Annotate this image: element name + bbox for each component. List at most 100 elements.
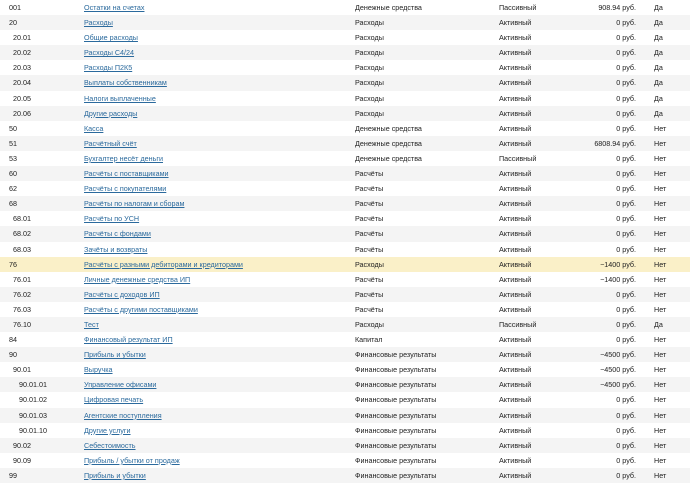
account-type: Расчёты (355, 244, 384, 254)
account-kind: Активный (499, 410, 532, 420)
table-row[interactable]: 20.06 Другие расходы Расходы Активный 0 руб.… (0, 105, 690, 121)
account-flag: Да (654, 63, 663, 73)
table-row[interactable]: 68.03 Зачёты и возвраты Расчёты Активный 0 р… (0, 242, 690, 257)
table-row[interactable]: 20.03 Расходы П2К5 Расходы Активный 0 руб. Да (0, 60, 690, 75)
account-name-link[interactable]: Выплаты собственникам (84, 75, 167, 90)
table-row[interactable]: 76.01 Личные денежные средства ИП Расчёты А… (0, 272, 690, 287)
account-name-link[interactable]: Финансовый результат ИП (84, 332, 173, 347)
account-name-link[interactable]: Общие расходы (84, 30, 138, 45)
account-name-link[interactable]: Выручка (84, 362, 113, 377)
account-kind: Активный (499, 244, 532, 254)
account-name-link[interactable]: Бухгалтер несёт деньги (84, 151, 163, 166)
table-row[interactable]: 20.02 Расходы С4/24 Расходы Активный 0 руб. Д… (0, 45, 690, 61)
table-row[interactable]: 90.01.10 Другие услуги Финансовые результа… (0, 423, 690, 438)
account-type: Финансовые результаты (355, 455, 437, 465)
table-row[interactable]: 20.05 Налоги выплаченные Расходы Активный 0 … (0, 91, 690, 106)
account-balance: 0 руб. (616, 78, 636, 88)
account-name-link[interactable]: Зачёты и возвраты (84, 242, 147, 257)
account-kind: Активный (499, 199, 532, 209)
table-row[interactable]: 90.09 Прибыль / убытки от продаж Финансовы… (0, 453, 690, 468)
account-name-link[interactable]: Расчёты с поставщиками (84, 166, 169, 181)
account-balance: −1400 руб. (600, 274, 636, 284)
account-type: Расходы (355, 48, 384, 58)
account-kind: Активный (499, 229, 532, 239)
account-name-link[interactable]: Остатки на счетах (84, 0, 144, 15)
account-code: 90.01.01 (19, 380, 47, 390)
account-name-link[interactable]: Цифровая печать (84, 392, 143, 407)
account-code: 84 (9, 335, 17, 345)
account-name-link[interactable]: Расходы С4/24 (84, 45, 134, 60)
account-name-link[interactable]: Управление офисами (84, 377, 156, 392)
table-row[interactable]: 99 Прибыль и убытки Финансовые результаты А… (0, 467, 690, 483)
table-row[interactable]: 90.01 Выручка Финансовые результаты Активны… (0, 362, 690, 377)
table-row[interactable]: 76.03 Расчёты с другими поставщиками Расчё… (0, 302, 690, 317)
account-name-link[interactable]: Прибыль и убытки (84, 468, 146, 483)
table-row[interactable]: 76.02 Расчёты с доходов ИП Расчёты Активный… (0, 286, 690, 302)
account-name-link[interactable]: Агентские поступления (84, 408, 162, 423)
table-row[interactable]: 60 Расчёты с поставщиками Расчёты Активный 0… (0, 166, 690, 182)
account-type: Расходы (355, 18, 384, 28)
table-row[interactable]: 50 Касса Денежные средства Активный 0 руб. Не… (0, 121, 690, 136)
account-name-link[interactable]: Личные денежные средства ИП (84, 272, 190, 287)
account-balance: 6808.94 руб. (594, 138, 636, 148)
table-row[interactable]: 51 Расчётный счёт Денежные средства Активны… (0, 135, 690, 151)
table-row[interactable]: 68.01 Расчёты по УСН Расчёты Активный 0 руб.… (0, 211, 690, 226)
account-type: Денежные средства (355, 138, 422, 148)
account-balance: −1400 руб. (600, 259, 636, 269)
account-name-link[interactable]: Расходы П2К5 (84, 60, 132, 75)
account-code: 62 (9, 184, 17, 194)
account-code: 20 (9, 18, 17, 28)
account-flag: Нет (654, 289, 667, 299)
account-type: Финансовые результаты (355, 440, 437, 450)
account-code: 20.06 (13, 108, 31, 118)
account-type: Финансовые результаты (355, 380, 437, 390)
account-name-link[interactable]: Расчёты с другими поставщиками (84, 302, 198, 317)
account-kind: Активный (499, 93, 532, 103)
table-row[interactable]: 20 Расходы Расходы Активный 0 руб. Да (0, 15, 690, 31)
account-balance: −4500 руб. (600, 365, 636, 375)
account-balance: 0 руб. (616, 335, 636, 345)
table-row[interactable]: 76.10 Тест Расходы Пассивный 0 руб. Да (0, 316, 690, 333)
account-flag: Да (654, 319, 663, 329)
account-name-link[interactable]: Расчёты с доходов ИП (84, 287, 160, 302)
account-flag: Нет (654, 455, 667, 465)
account-name-link[interactable]: Налоги выплаченные (84, 91, 156, 106)
table-row[interactable]: 90 Прибыль и убытки Финансовые результаты А… (0, 347, 690, 363)
table-row[interactable]: 90.02 Себестоимость Финансовые результаты А… (0, 437, 690, 453)
account-type: Расчёты (355, 169, 384, 179)
table-row[interactable]: 68 Расчёты по налогам и сборам Расчёты Акти… (0, 196, 690, 212)
account-name-link[interactable]: Другие услуги (84, 423, 131, 438)
account-name-link[interactable]: Прибыль и убытки (84, 347, 146, 362)
account-name-link[interactable]: Себестоимость (84, 438, 136, 453)
account-name-link[interactable]: Расходы (84, 15, 113, 30)
table-row[interactable]: 53 Бухгалтер несёт деньги Денежные средств… (0, 151, 690, 166)
table-row[interactable]: 20.04 Выплаты собственникам Расходы Активны… (0, 75, 690, 91)
table-row[interactable]: 20.01 Общие расходы Расходы Активный 0 руб. Д… (0, 30, 690, 45)
account-type: Расходы (355, 319, 384, 329)
table-row[interactable]: 84 Финансовый результат ИП Капитал Активный… (0, 332, 690, 347)
account-balance: 908.94 руб. (598, 3, 636, 12)
table-row[interactable]: 68.02 Расчёты с фондами Расчёты Активный 0 р… (0, 226, 690, 242)
account-type: Денежные средства (355, 123, 422, 133)
table-row-selected[interactable]: 76 Расчёты с разными дебиторами и кредито… (0, 256, 690, 272)
account-name-link[interactable]: Тест (84, 317, 99, 332)
account-kind: Активный (499, 425, 532, 435)
table-row[interactable]: 62 Расчёты с покупателями Расчёты Активный 0… (0, 181, 690, 196)
table-row[interactable]: 90.01.02 Цифровая печать Финансовые резуль… (0, 392, 690, 407)
account-name-link[interactable]: Прибыль / убытки от продаж (84, 453, 180, 468)
table-row[interactable]: 90.01.01 Управление офисами Финансовые рез… (0, 377, 690, 393)
account-name-link[interactable]: Расчёты с покупателями (84, 181, 166, 196)
account-name-link[interactable]: Другие расходы (84, 106, 137, 121)
account-type: Финансовые результаты (355, 365, 437, 375)
account-name-link[interactable]: Расчётный счёт (84, 136, 137, 151)
account-name-link[interactable]: Расчёты по УСН (84, 211, 139, 226)
account-name-link[interactable]: Расчёты с фондами (84, 226, 151, 241)
account-name-link[interactable]: Касса (84, 121, 103, 136)
account-balance: 0 руб. (616, 440, 636, 450)
account-name-link[interactable]: Расчёты по налогам и сборам (84, 196, 184, 211)
account-name-link[interactable]: Расчёты с разными дебиторами и кредитора… (84, 257, 243, 272)
table-row[interactable]: 001 Остатки на счетах Денежные средства Пас… (0, 0, 690, 15)
account-flag: Нет (654, 184, 667, 194)
account-balance: 0 руб. (616, 169, 636, 179)
table-row[interactable]: 90.01.03 Агентские поступления Финансовые … (0, 407, 690, 423)
